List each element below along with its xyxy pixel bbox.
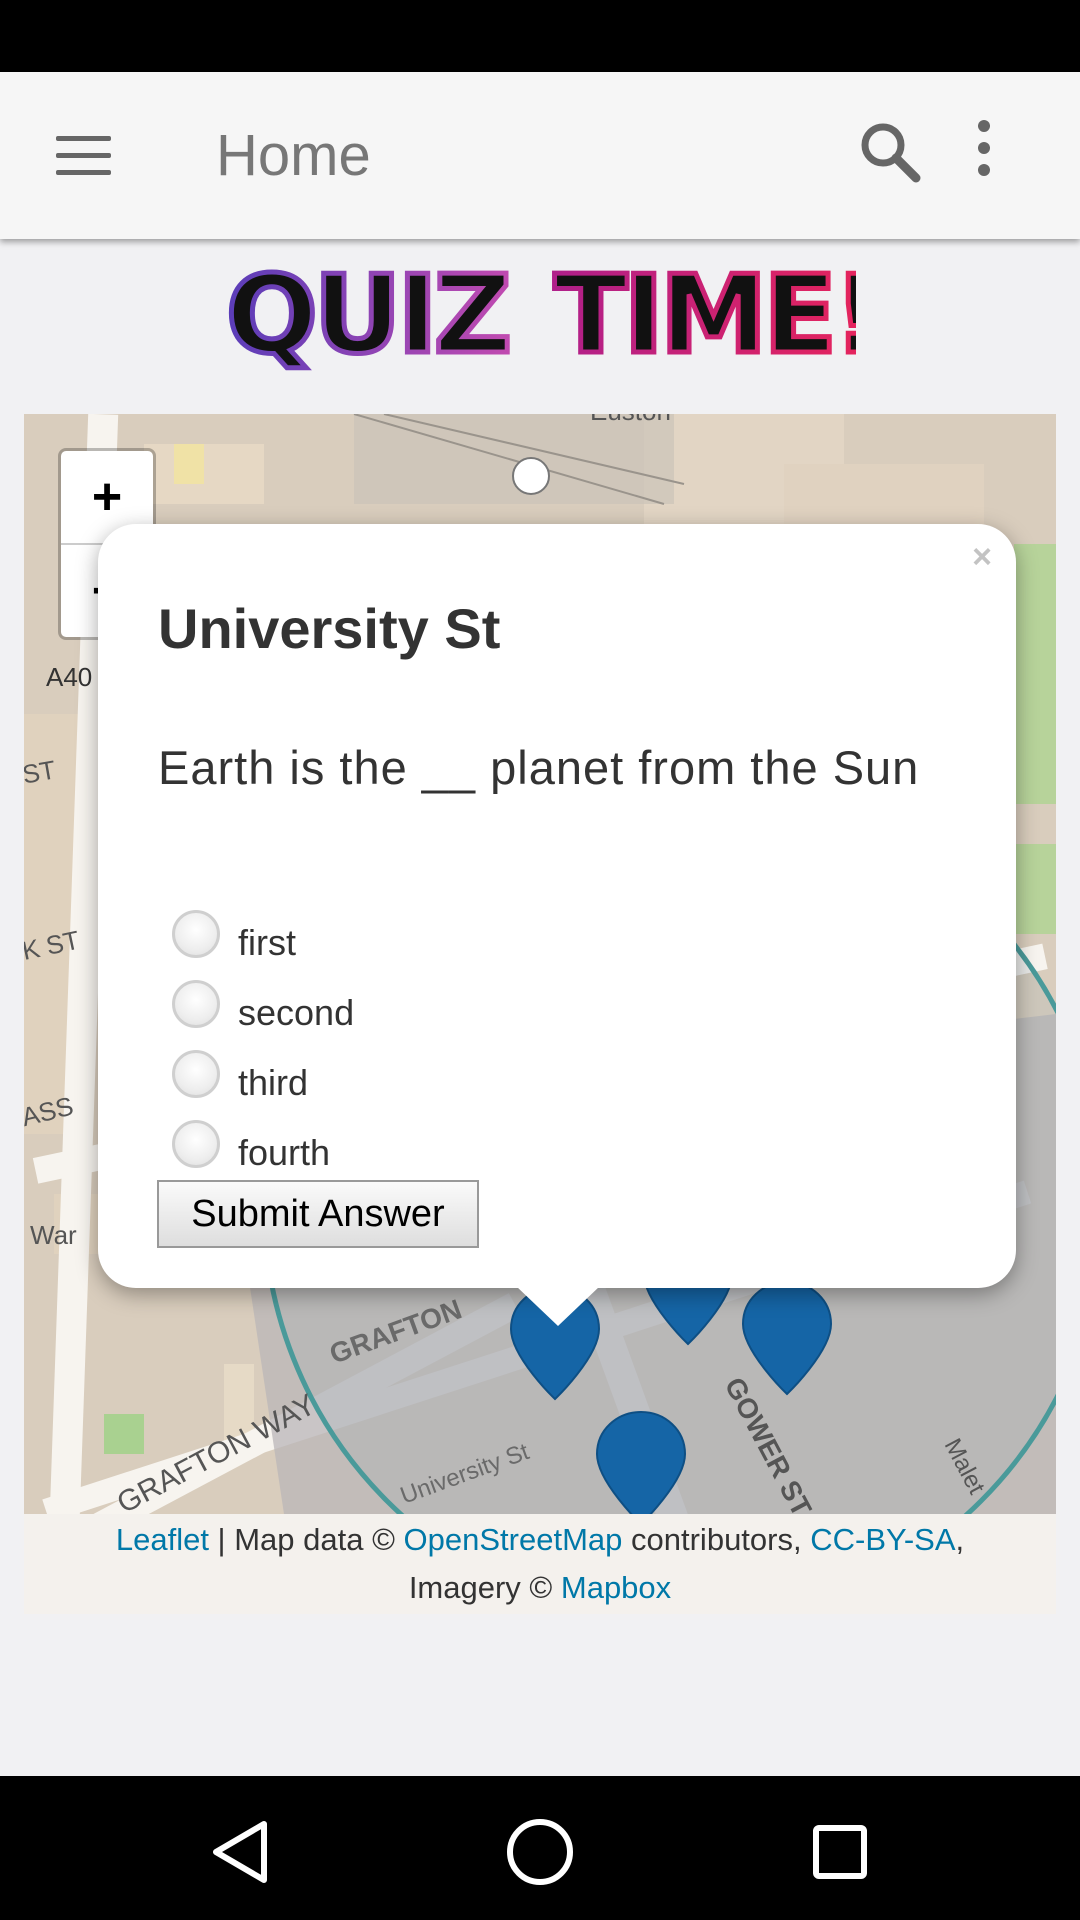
hamburger-menu-icon[interactable] [56,136,111,176]
radio-button[interactable] [172,980,220,1028]
popup-place-title: University St [158,597,501,660]
quiz-popup: × University St Earth is the __ planet f… [98,524,1016,1326]
answer-label: fourth [238,1132,331,1173]
answer-label: third [238,1062,309,1103]
quiz-question: Earth is the __ planet from the Sun [158,741,920,794]
cc-by-sa-link[interactable]: CC-BY-SA [810,1522,955,1557]
radio-button[interactable] [172,1050,220,1098]
attribution-text: Imagery © [408,1570,561,1605]
navigation-bar [0,1776,1080,1920]
attribution-text: | Map data © [208,1522,404,1557]
close-icon[interactable]: × [972,538,992,577]
mapbox-link[interactable]: Mapbox [561,1570,671,1605]
street-label: War [30,1220,77,1250]
answer-label: first [238,922,296,963]
radio-button[interactable] [172,910,220,958]
map-attribution: Leaflet | Map data © OpenStreetMap contr… [24,1514,1056,1614]
popup-tip [516,1286,600,1326]
street-label: A40 [46,662,92,692]
banner-text-time: TIME! [554,253,856,372]
submit-answer-button[interactable]: Submit Answer [157,1180,479,1248]
attribution-text: contributors, [622,1522,811,1557]
home-circle-icon[interactable] [500,1812,580,1892]
status-bar [0,0,1080,72]
quiz-time-banner: QUIZ TIME! [224,251,885,381]
radio-button[interactable] [172,1120,220,1168]
leaflet-link[interactable]: Leaflet [116,1522,209,1557]
recents-square-icon[interactable] [800,1812,880,1892]
openstreetmap-link[interactable]: OpenStreetMap [404,1522,623,1557]
answer-label: second [238,992,355,1033]
street-label: ST [24,754,58,789]
street-label: Euston [590,414,671,426]
page-title: Home [216,123,371,188]
search-icon[interactable] [858,120,922,184]
more-vert-icon[interactable] [968,120,998,188]
attribution-text: , [955,1522,965,1557]
app-bar: Home [0,72,1080,239]
back-triangle-icon[interactable] [200,1812,280,1892]
banner-text-quiz: QUIZ [226,253,508,372]
